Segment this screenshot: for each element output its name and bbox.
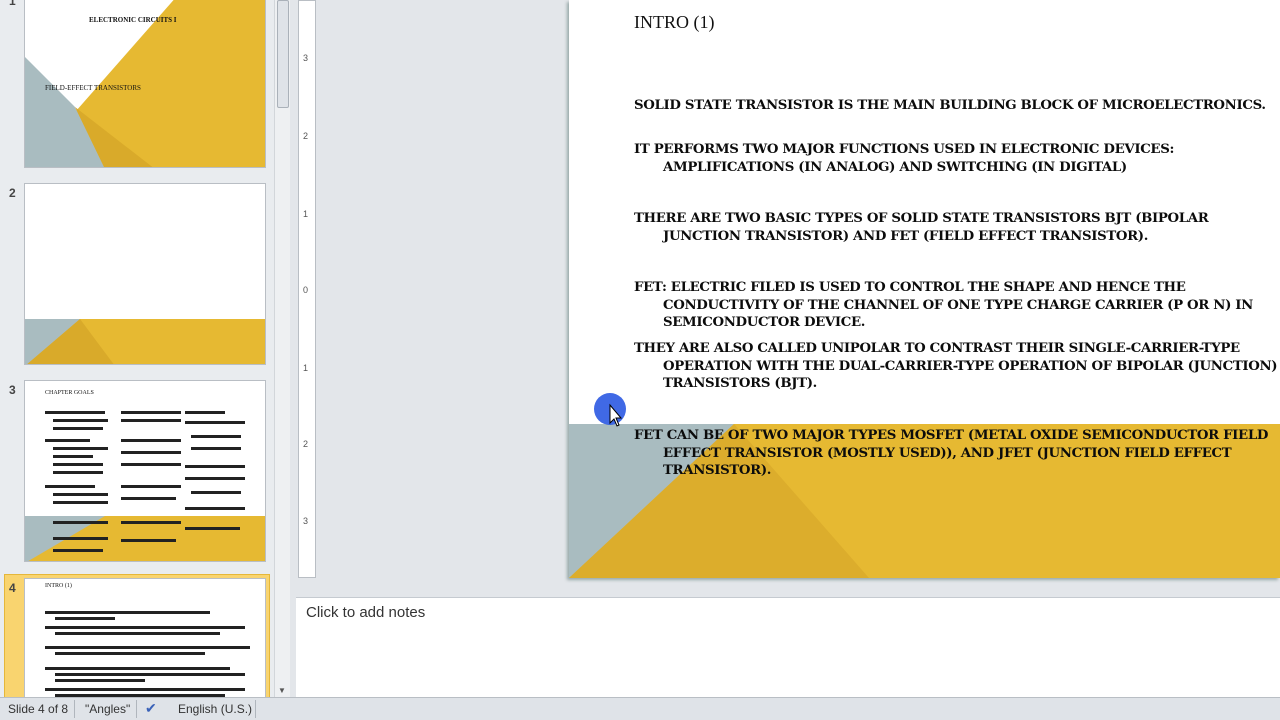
- theme-name[interactable]: "Angles": [85, 702, 130, 716]
- ruler-label: 1: [303, 209, 309, 219]
- ruler-label: 0: [303, 285, 309, 295]
- bullet-5[interactable]: THEY ARE ALSO CALLED UNIPOLAR TO CONTRAS…: [634, 340, 1280, 393]
- mouse-cursor-icon: [594, 393, 626, 427]
- bullet-1[interactable]: SOLID STATE TRANSISTOR IS THE MAIN BUILD…: [634, 97, 1280, 115]
- thumb-number: 2: [9, 186, 16, 200]
- bullet-2[interactable]: IT PERFORMS TWO MAJOR FUNCTIONS USED IN …: [634, 141, 1280, 176]
- notes-placeholder[interactable]: Click to add notes: [306, 604, 425, 621]
- thumb-number: 1: [9, 0, 16, 8]
- language[interactable]: English (U.S.): [178, 702, 252, 716]
- thumb-title: CHAPTER GOALS: [45, 390, 94, 396]
- slide-title[interactable]: INTRO (1): [634, 12, 714, 33]
- vertical-ruler: 3 2 1 0 1 2 3: [298, 0, 316, 578]
- slide-canvas[interactable]: INTRO (1) SOLID STATE TRANSISTOR IS THE …: [569, 0, 1280, 578]
- slide-thumbnail-4[interactable]: INTRO (1): [24, 578, 266, 697]
- scroll-down-arrow-icon[interactable]: ▼: [278, 686, 286, 695]
- bullet-6[interactable]: FET CAN BE OF TWO MAJOR TYPES MOSFET (ME…: [634, 427, 1280, 480]
- thumb-title: INTRO (1): [45, 583, 72, 589]
- bullet-3[interactable]: THERE ARE TWO BASIC TYPES OF SOLID STATE…: [634, 210, 1280, 245]
- thumb-subtitle: FIELD-EFFECT TRANSISTORS: [45, 84, 141, 92]
- slide-thumbnail-2[interactable]: [24, 183, 266, 365]
- ruler-label: 3: [303, 53, 309, 63]
- slide-thumbnail-pane: 1 ELECTRONIC CIRCUITS I FIELD-EFFECT TRA…: [0, 0, 290, 697]
- thumb-number: 4: [9, 581, 16, 595]
- scrollbar-thumb[interactable]: [277, 0, 289, 108]
- ruler-label: 2: [303, 131, 309, 141]
- spell-check-icon[interactable]: ✔: [145, 700, 157, 717]
- notes-pane[interactable]: Click to add notes: [296, 597, 1280, 697]
- thumbnail-scrollbar[interactable]: ▼: [274, 0, 290, 697]
- slide-counter[interactable]: Slide 4 of 8: [8, 702, 68, 716]
- bullet-4[interactable]: FET: ELECTRIC FILED IS USED TO CONTROL T…: [634, 279, 1280, 332]
- ruler-label: 3: [303, 516, 309, 526]
- thumb-title: ELECTRONIC CIRCUITS I: [89, 16, 177, 24]
- ruler-label: 1: [303, 363, 309, 373]
- thumb-number: 3: [9, 383, 16, 397]
- slide-thumbnail-3[interactable]: CHAPTER GOALS: [24, 380, 266, 562]
- status-bar: Slide 4 of 8 "Angles" ✔ English (U.S.): [0, 697, 1280, 720]
- slide-thumbnail-1[interactable]: ELECTRONIC CIRCUITS I FIELD-EFFECT TRANS…: [24, 0, 266, 168]
- ruler-label: 2: [303, 439, 309, 449]
